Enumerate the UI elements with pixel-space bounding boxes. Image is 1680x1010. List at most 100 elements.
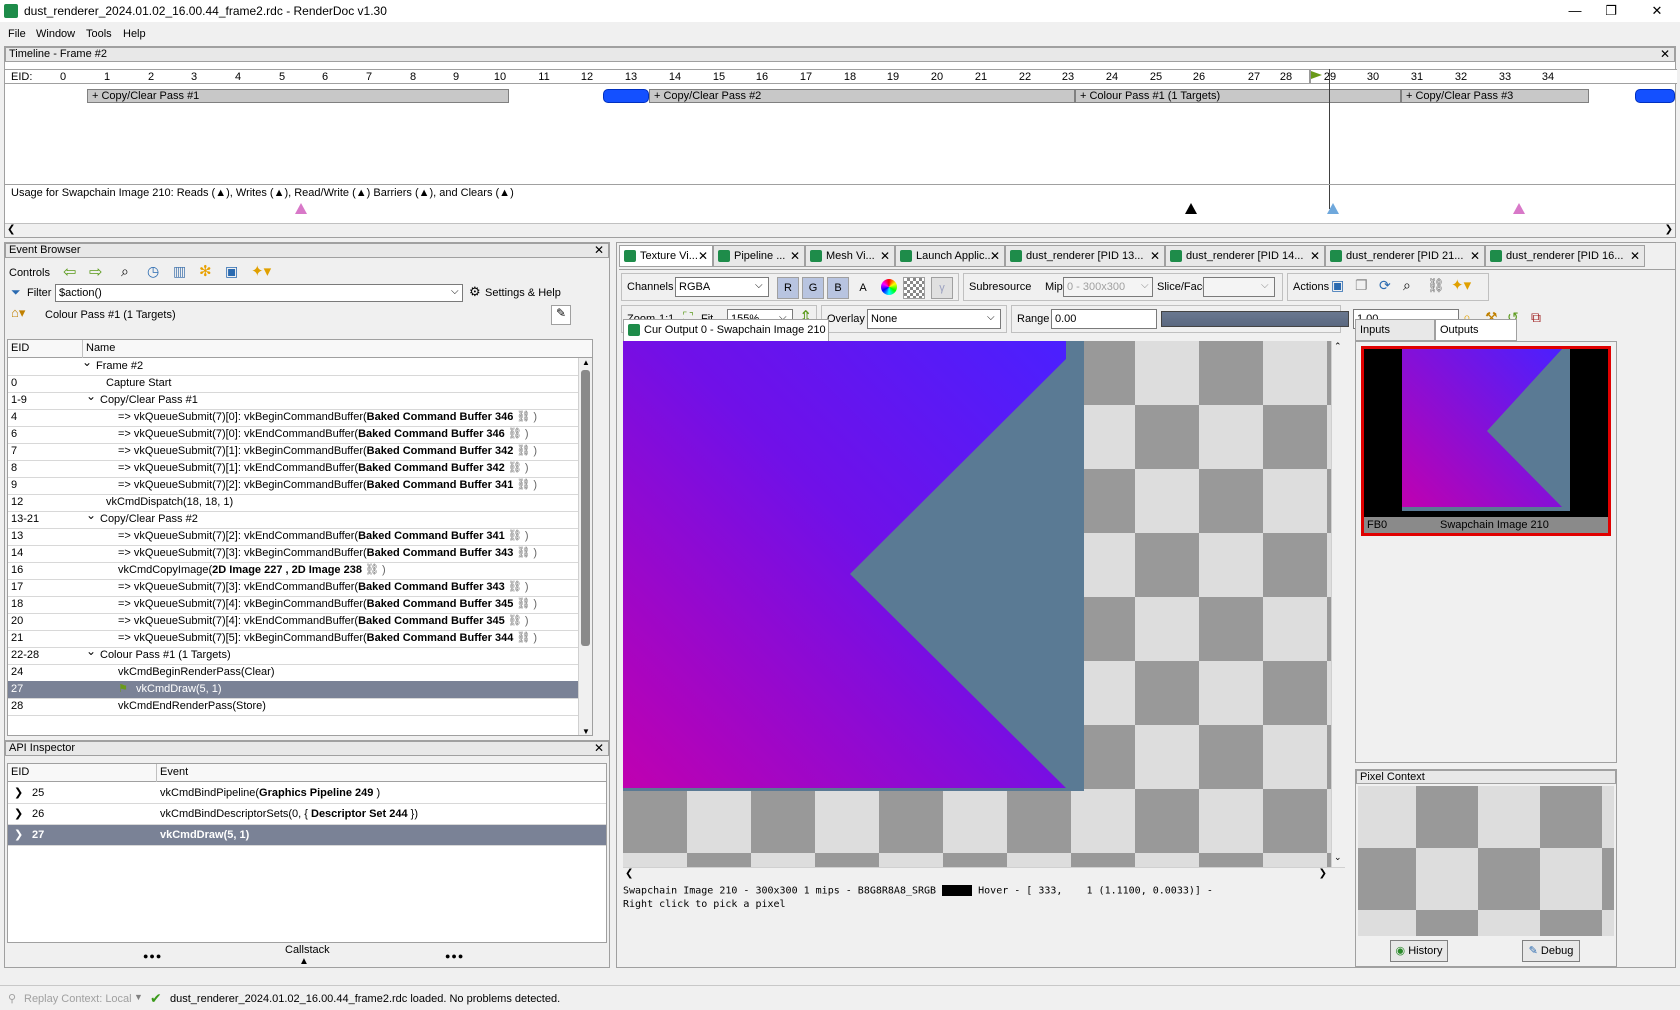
timeline-pass[interactable]: + Colour Pass #1 (1 Targets) <box>1075 89 1401 103</box>
timeline-pass[interactable]: + Copy/Clear Pass #3 <box>1401 89 1589 103</box>
expand-chevron-icon[interactable]: ⌄ <box>86 507 96 524</box>
range-min-input[interactable]: 0.00 <box>1051 309 1157 329</box>
blue-channel-toggle[interactable]: B <box>827 277 849 299</box>
histogram-icon[interactable]: ⧉ <box>1531 309 1541 326</box>
dock-tab[interactable]: Texture Vi... ✕ <box>619 245 713 267</box>
menu-tools[interactable]: Tools <box>86 28 112 40</box>
breadcrumb[interactable]: Colour Pass #1 (1 Targets) <box>45 309 176 321</box>
menu-help[interactable]: Help <box>123 28 146 40</box>
resource-link[interactable]: Baked Command Buffer 346 <box>367 411 514 423</box>
event-row[interactable]: 1-9 ⌄ Copy/Clear Pass #1 <box>8 389 592 410</box>
close-window-button[interactable]: ✕ <box>1642 2 1672 20</box>
expand-chevron-icon[interactable]: ❯ <box>14 804 23 824</box>
event-row[interactable]: 6 => vkQueueSubmit(7)[0]: vkEndCommandBuf… <box>8 426 592 444</box>
resource-link-icon[interactable]: ⛓ ) <box>505 462 529 474</box>
timeline-tick[interactable]: 33 <box>1493 71 1517 83</box>
previous-arrow-icon[interactable]: ⇦ <box>63 262 76 282</box>
red-channel-toggle[interactable]: R <box>777 277 799 299</box>
event-row[interactable]: 22-28 ⌄ Colour Pass #1 (1 Targets) <box>8 644 592 665</box>
timeline-tick[interactable]: 30 <box>1361 71 1385 83</box>
event-tree-scrollbar[interactable]: ▲ ▼ <box>578 358 592 735</box>
event-row[interactable]: 13-21 ⌄ Copy/Clear Pass #2 <box>8 508 592 529</box>
gamma-toggle[interactable]: γ <box>931 277 953 299</box>
resource-link-icon[interactable]: ⛓ ) <box>505 615 529 627</box>
resource-link[interactable]: Baked Command Buffer 344 <box>367 632 514 644</box>
scroll-left-icon[interactable]: ❮ <box>625 868 633 879</box>
filter-input[interactable]: $action() <box>55 284 463 302</box>
event-row[interactable]: 27 ⚑ vkCmdDraw(5, 1) <box>8 681 592 699</box>
api-row[interactable]: ❯ 26 vkCmdBindDescriptorSets(0, { Descript… <box>8 804 606 825</box>
dock-tab[interactable]: dust_renderer [PID 21... ✕ <box>1325 245 1485 267</box>
mip-dropdown-icon[interactable]: ⌵ <box>1141 280 1149 291</box>
resource-link[interactable]: Baked Command Buffer 343 <box>367 547 514 559</box>
scroll-right-icon[interactable]: ❯ <box>1319 868 1327 879</box>
overlay-dropdown-icon[interactable]: ⌵ <box>987 312 995 323</box>
timeline-tick[interactable]: 7 <box>357 71 381 83</box>
api-event-bold[interactable]: vkCmdDraw(5, 1) <box>160 829 249 841</box>
tab-close-icon[interactable]: ✕ <box>880 246 890 266</box>
checkerboard-toggle-icon[interactable] <box>903 277 925 299</box>
usage-barrier-marker[interactable] <box>295 203 307 214</box>
resource-link[interactable]: Baked Command Buffer 346 <box>358 428 505 440</box>
timeline-pass[interactable]: + Copy/Clear Pass #2 <box>649 89 1075 103</box>
output-thumbnail[interactable]: FB0 Swapchain Image 210 <box>1361 346 1611 536</box>
expand-chevron-icon[interactable]: ❯ <box>14 825 23 845</box>
scroll-left-icon[interactable]: ❮ <box>7 224 15 235</box>
replay-dropdown-icon[interactable]: ▼ <box>134 992 143 1002</box>
event-row[interactable]: 8 => vkQueueSubmit(7)[1]: vkEndCommandBuf… <box>8 460 592 478</box>
timeline-tick[interactable]: 13 <box>619 71 643 83</box>
usage-write-marker[interactable] <box>1327 203 1339 214</box>
dock-tab[interactable]: Pipeline ... ✕ <box>713 245 805 267</box>
mip-select[interactable]: 0 - 300x300 <box>1063 277 1153 297</box>
alpha-channel-toggle[interactable]: A <box>852 277 874 299</box>
extensions-icon[interactable]: ✦▾ <box>251 262 271 280</box>
texture-vscrollbar[interactable]: ⌃ ⌄ <box>1331 341 1345 881</box>
event-row[interactable]: 14 => vkQueueSubmit(7)[3]: vkBeginCommand… <box>8 545 592 563</box>
event-row[interactable]: 7 => vkQueueSubmit(7)[1]: vkBeginCommandB… <box>8 443 592 461</box>
range-histogram-slider[interactable] <box>1161 311 1349 327</box>
tab-close-icon[interactable]: ✕ <box>990 246 1000 266</box>
api-inspector-close-icon[interactable]: ✕ <box>594 742 604 755</box>
timeline-tick[interactable]: 10 <box>488 71 512 83</box>
api-col-event[interactable]: Event <box>160 764 188 781</box>
settings-help-button[interactable]: Settings & Help <box>485 287 561 299</box>
timeline-tick[interactable]: 31 <box>1405 71 1429 83</box>
scroll-down-icon[interactable]: ▼ <box>582 727 590 735</box>
minimize-button[interactable]: — <box>1560 2 1590 20</box>
resource-link-icon[interactable]: ⛓ ) <box>513 411 537 423</box>
next-arrow-icon[interactable]: ⇨ <box>89 262 102 282</box>
goto-binoculars-icon[interactable]: ⌕ <box>1403 277 1411 294</box>
resource-link-icon[interactable]: ⛓ ) <box>513 445 537 457</box>
api-row[interactable]: ❯ 25 vkCmdBindPipeline(Graphics Pipeline 2… <box>8 783 606 804</box>
timeline-tick[interactable]: 23 <box>1056 71 1080 83</box>
dock-tab[interactable]: dust_renderer [PID 13... ✕ <box>1005 245 1165 267</box>
timeline-tick[interactable]: 27 <box>1242 71 1266 83</box>
timeline-tick[interactable]: 0 <box>51 71 75 83</box>
api-event-bold[interactable]: Graphics Pipeline 249 <box>259 787 373 799</box>
resource-link-icon[interactable]: ⛓ ) <box>505 581 529 593</box>
timeline-tick[interactable]: 14 <box>663 71 687 83</box>
tab-close-icon[interactable]: ✕ <box>1470 246 1480 266</box>
timeline-tick[interactable]: 17 <box>794 71 818 83</box>
timeline-tick[interactable]: 24 <box>1100 71 1124 83</box>
callstack-dots-right[interactable]: ●●● <box>445 951 464 961</box>
timeline-tick[interactable]: 2 <box>139 71 163 83</box>
resource-link[interactable]: Baked Command Buffer 342 <box>367 445 514 457</box>
timeline-marker-blue[interactable] <box>603 89 649 103</box>
scroll-down-icon[interactable]: ⌄ <box>1334 852 1342 863</box>
channels-dropdown-icon[interactable]: ⌵ <box>755 280 763 291</box>
timeline-marker-blue[interactable] <box>1635 89 1675 103</box>
event-row[interactable]: 20 => vkQueueSubmit(7)[4]: vkEndCommandBu… <box>8 613 592 631</box>
resource-link-icon[interactable]: ⛓ ) <box>513 479 537 491</box>
copy-icon[interactable]: ❐ <box>1355 277 1368 294</box>
debug-button[interactable]: ✎ Debug <box>1522 940 1580 962</box>
resource-link-icon[interactable]: ⛓ ) <box>362 564 386 576</box>
dock-tab[interactable]: dust_renderer [PID 14... ✕ <box>1165 245 1325 267</box>
usage-clear-marker[interactable] <box>1185 203 1197 214</box>
timeline-tick[interactable]: 19 <box>881 71 905 83</box>
color-wheel-icon[interactable] <box>881 279 897 295</box>
dock-tab[interactable]: Launch Applic... ✕ <box>895 245 1005 267</box>
timeline-close-icon[interactable]: ✕ <box>1660 48 1670 61</box>
event-row[interactable]: 24 vkCmdBeginRenderPass(Clear) <box>8 664 592 682</box>
inputs-tab[interactable]: Inputs <box>1355 319 1435 341</box>
